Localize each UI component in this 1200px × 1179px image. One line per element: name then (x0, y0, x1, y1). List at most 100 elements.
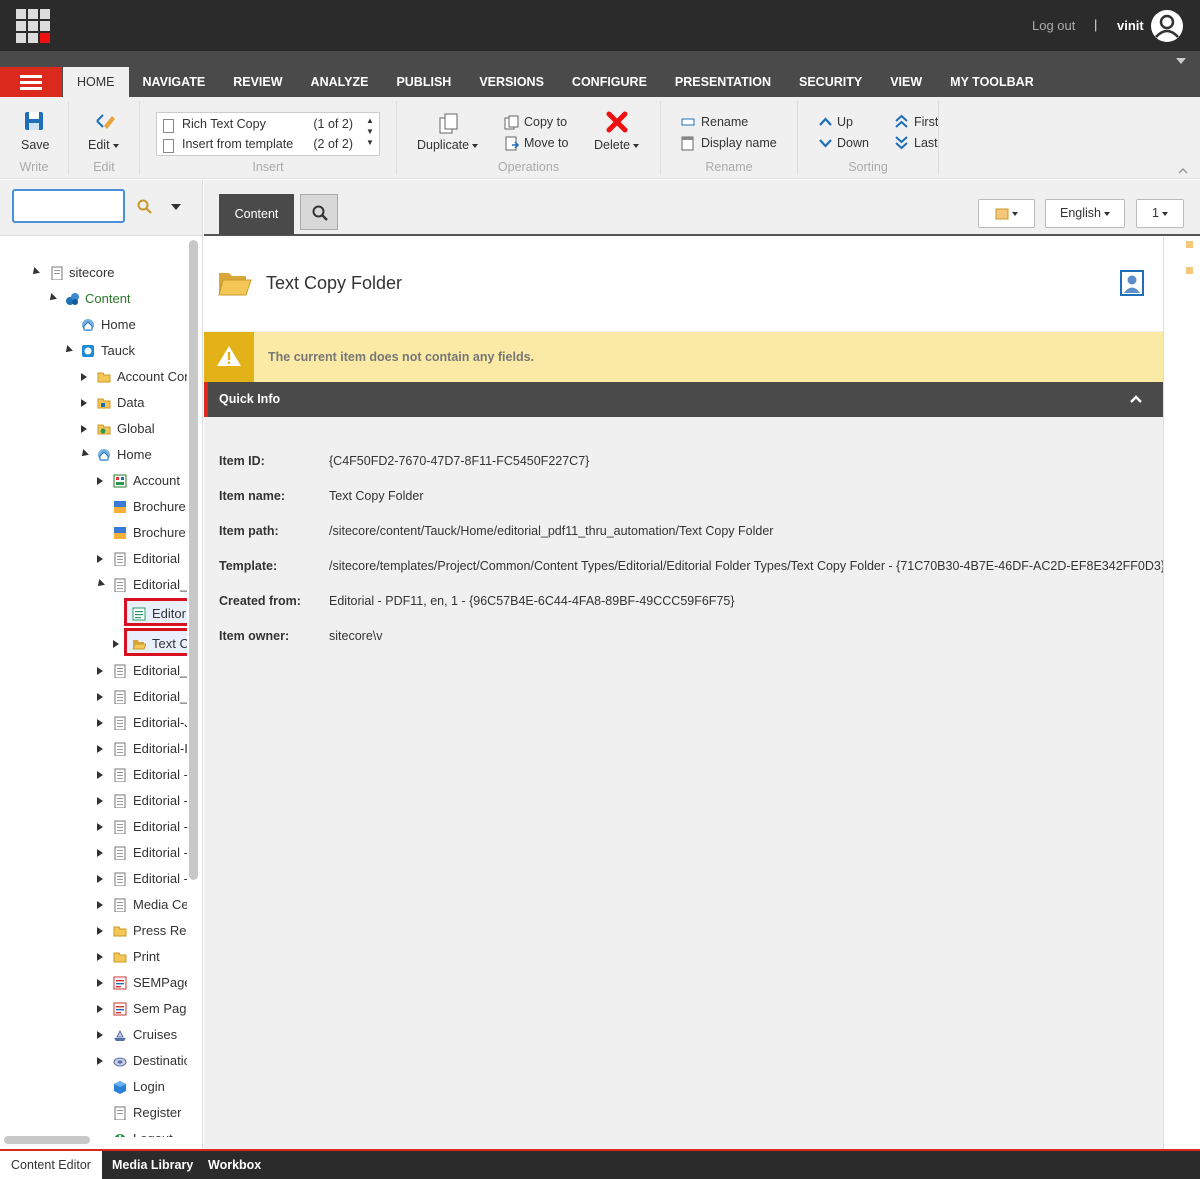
quick-info-header[interactable] (204, 382, 1163, 417)
sort-up-button[interactable]: Up (819, 114, 879, 132)
collapsed-arrow-icon[interactable] (97, 875, 103, 883)
collapsed-arrow-icon[interactable] (81, 373, 87, 381)
delete-button[interactable]: Delete (590, 111, 646, 155)
item-navigator-button[interactable] (978, 199, 1035, 228)
hamburger-menu-icon[interactable] (0, 67, 62, 97)
collapsed-arrow-icon[interactable] (97, 667, 103, 675)
tree-node[interactable]: Global (0, 419, 187, 441)
tree-node[interactable]: sitecore (0, 263, 187, 285)
search-input[interactable] (12, 189, 125, 223)
search-options-dropdown-icon[interactable] (171, 204, 181, 210)
tab-navigate[interactable]: NAVIGATE (129, 67, 220, 97)
tree-node[interactable]: Editorial - (0, 869, 187, 891)
tab-presentation[interactable]: PRESENTATION (661, 67, 785, 97)
bottom-tab-content-editor[interactable]: Content Editor (0, 1151, 102, 1179)
duplicate-button[interactable]: Duplicate (414, 111, 486, 155)
tab-security[interactable]: SECURITY (785, 67, 876, 97)
tree-node[interactable]: Register (0, 1103, 187, 1125)
tab-search[interactable] (300, 194, 338, 230)
collapsed-arrow-icon[interactable] (97, 719, 103, 727)
bottom-tab-media-library[interactable]: Media Library (112, 1151, 193, 1179)
collapsed-arrow-icon[interactable] (97, 477, 103, 485)
tree-node[interactable]: Editorial (0, 549, 187, 571)
save-button[interactable]: Save (14, 111, 54, 155)
tree-node[interactable]: Data (0, 393, 187, 415)
user-profile-icon[interactable] (1120, 270, 1144, 296)
language-selector[interactable]: English (1045, 199, 1125, 228)
collapsed-arrow-icon[interactable] (97, 771, 103, 779)
tree-node[interactable]: Home (0, 315, 187, 337)
edit-button[interactable]: Edit (84, 111, 124, 155)
tree-node[interactable]: Text C (0, 628, 187, 656)
expanded-arrow-icon[interactable] (30, 267, 40, 277)
collapsed-arrow-icon[interactable] (97, 927, 103, 935)
tree-node[interactable]: Content (0, 289, 187, 311)
tree-node[interactable]: Account (0, 471, 187, 493)
tree-node[interactable]: Print (0, 947, 187, 969)
created-from-link[interactable]: Editorial - PDF11, en, 1 - {96C57B4E-6C4… (329, 594, 735, 608)
collapsed-arrow-icon[interactable] (113, 640, 119, 648)
tab-review[interactable]: REVIEW (219, 67, 296, 97)
collapsed-arrow-icon[interactable] (81, 399, 87, 407)
tree-horizontal-scrollbar[interactable] (4, 1136, 90, 1144)
user-avatar-icon[interactable] (1151, 10, 1183, 42)
tree-node[interactable]: Sem Page (0, 999, 187, 1021)
rename-button[interactable]: Rename (681, 114, 781, 132)
tree-node[interactable]: Editorial - (0, 765, 187, 787)
tree-node[interactable]: Editorial-J (0, 713, 187, 735)
tree-node[interactable]: Editorial - (0, 843, 187, 865)
collapsed-arrow-icon[interactable] (97, 693, 103, 701)
tree-node[interactable]: Editorial_ (0, 575, 187, 597)
collapsed-arrow-icon[interactable] (97, 1031, 103, 1039)
ribbon-collapse-icon[interactable] (1178, 167, 1188, 174)
move-to-button[interactable]: Move to (504, 135, 584, 153)
bottom-tab-workbox[interactable]: Workbox (208, 1151, 261, 1179)
collapsed-arrow-icon[interactable] (97, 849, 103, 857)
template-link[interactable]: /sitecore/templates/Project/Common/Conte… (329, 559, 1165, 573)
tree-node[interactable]: Editorial_ (0, 687, 187, 709)
collapsed-arrow-icon[interactable] (97, 797, 103, 805)
insert-scroll-arrows[interactable]: ▲ ▼ ▼ (365, 115, 375, 148)
tree-node[interactable]: Destinatic (0, 1051, 187, 1073)
tab-configure[interactable]: CONFIGURE (558, 67, 661, 97)
tree-node[interactable]: Editorial - (0, 791, 187, 813)
chevron-up-icon[interactable] (1130, 393, 1142, 405)
tab-analyze[interactable]: ANALYZE (297, 67, 383, 97)
tab-home[interactable]: HOME (63, 67, 129, 97)
collapsed-arrow-icon[interactable] (97, 953, 103, 961)
logout-link[interactable]: Log out (1032, 18, 1075, 33)
version-selector[interactable]: 1 (1136, 199, 1184, 228)
expanded-arrow-icon[interactable] (79, 449, 89, 459)
ribbon-toggle-icon[interactable] (1176, 58, 1186, 64)
collapsed-arrow-icon[interactable] (97, 745, 103, 753)
collapsed-arrow-icon[interactable] (97, 555, 103, 563)
collapsed-arrow-icon[interactable] (97, 823, 103, 831)
insert-item-rich-text-copy[interactable]: Rich Text Copy (1 of 2) (163, 117, 353, 137)
tree-node[interactable]: Account Con (0, 367, 187, 389)
sort-last-button[interactable]: Last (895, 135, 955, 153)
sort-first-button[interactable]: First (895, 114, 955, 132)
collapsed-arrow-icon[interactable] (97, 1057, 103, 1065)
tree-node[interactable]: Home (0, 445, 187, 467)
expanded-arrow-icon[interactable] (63, 345, 73, 355)
display-name-button[interactable]: Display name (681, 135, 781, 153)
tree-node[interactable]: Editorial_ (0, 661, 187, 683)
sort-down-button[interactable]: Down (819, 135, 879, 153)
tab-my-toolbar[interactable]: MY TOOLBAR (936, 67, 1048, 97)
copy-to-button[interactable]: Copy to (504, 114, 584, 132)
tree-node[interactable]: Login (0, 1077, 187, 1099)
tree-node[interactable]: Cruises (0, 1025, 187, 1047)
tab-content[interactable]: Content (219, 194, 294, 235)
username[interactable]: vinit (1117, 18, 1144, 33)
expanded-arrow-icon[interactable] (95, 579, 105, 589)
tree-node[interactable]: Media Ce (0, 895, 187, 917)
tab-versions[interactable]: VERSIONS (465, 67, 558, 97)
tree-vertical-scrollbar[interactable] (189, 240, 198, 880)
tree-node[interactable]: Press Rele (0, 921, 187, 943)
sitecore-launchpad-logo[interactable] (16, 9, 50, 43)
search-icon[interactable] (137, 199, 153, 215)
tree-node[interactable]: Editorial - (0, 817, 187, 839)
expanded-arrow-icon[interactable] (47, 293, 57, 303)
tree-node[interactable]: SEMPage (0, 973, 187, 995)
tab-view[interactable]: VIEW (876, 67, 936, 97)
